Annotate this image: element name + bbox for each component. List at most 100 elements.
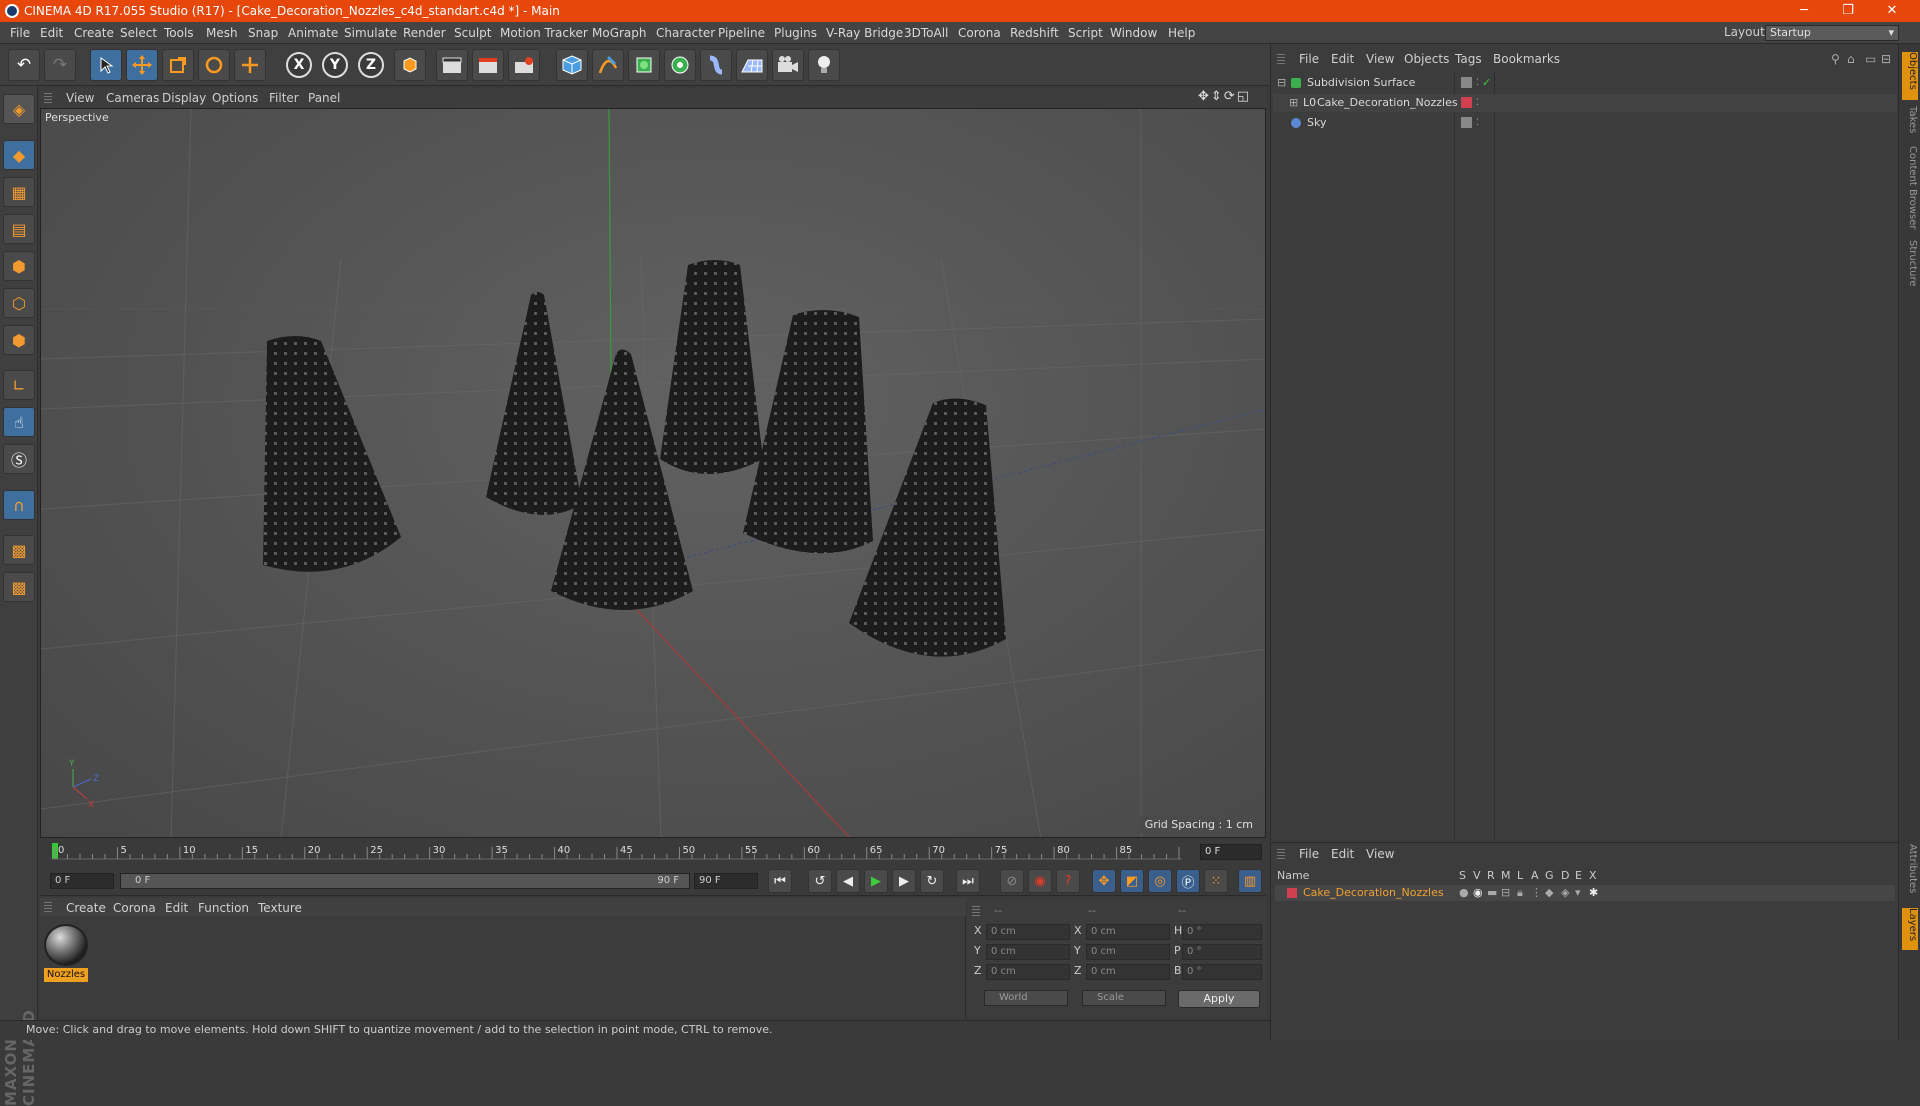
- animation-icon[interactable]: ⋮: [1531, 885, 1542, 901]
- workplane-mode-button[interactable]: ▤: [3, 214, 35, 244]
- viewport-menu-filter[interactable]: Filter: [269, 91, 299, 105]
- layer-col-generators[interactable]: G: [1545, 869, 1554, 882]
- add-nurbs-button[interactable]: [628, 49, 660, 81]
- record-keyframe-button[interactable]: ◉: [1028, 869, 1052, 893]
- layer-color-icon[interactable]: [1461, 97, 1472, 108]
- maximize-view-icon[interactable]: ◱: [1237, 89, 1251, 104]
- layer-col-visible[interactable]: V: [1473, 869, 1481, 882]
- play-button[interactable]: ▶: [864, 869, 888, 893]
- start-frame-field[interactable]: 0 F: [50, 873, 114, 889]
- object-menu-view[interactable]: View: [1366, 52, 1394, 66]
- menu-mesh[interactable]: Mesh: [206, 26, 238, 40]
- menu-file[interactable]: File: [10, 26, 30, 40]
- object-row-subdivision[interactable]: ⊟ Subdivision Surface ⁚ ✓: [1273, 74, 1897, 92]
- menu-edit[interactable]: Edit: [40, 26, 63, 40]
- layer-col-deformers[interactable]: D: [1561, 869, 1569, 882]
- layer-menu-view[interactable]: View: [1366, 847, 1394, 861]
- menu-render[interactable]: Render: [403, 26, 446, 40]
- viewport-menu-cameras[interactable]: Cameras: [106, 91, 159, 105]
- next-key-button[interactable]: ↻: [920, 869, 944, 893]
- tab-layers[interactable]: Layers: [1902, 908, 1918, 950]
- menu-character[interactable]: Character: [656, 26, 715, 40]
- collapse-icon[interactable]: ⊟: [1881, 52, 1891, 66]
- layer-tag-icon[interactable]: [1461, 117, 1472, 128]
- render-view-button[interactable]: [436, 49, 468, 81]
- new-view-icon[interactable]: ▭: [1865, 52, 1876, 66]
- eye-icon[interactable]: ◉: [1473, 885, 1483, 901]
- material-menu-corona[interactable]: Corona: [113, 901, 156, 915]
- size-x-field[interactable]: 0 cm: [1086, 924, 1170, 940]
- add-scene-button[interactable]: [736, 49, 768, 81]
- object-menu-tags[interactable]: Tags: [1455, 52, 1482, 66]
- pan-icon[interactable]: ✥: [1198, 89, 1211, 104]
- dolly-icon[interactable]: ⇕: [1211, 89, 1224, 104]
- viewport-menu-display[interactable]: Display: [162, 91, 206, 105]
- menu-simulate[interactable]: Simulate: [344, 26, 397, 40]
- search-icon[interactable]: ⚲: [1831, 52, 1840, 66]
- live-selection-button[interactable]: [90, 49, 122, 81]
- add-cube-button[interactable]: [556, 49, 588, 81]
- move-tool-button[interactable]: [126, 49, 158, 81]
- add-light-button[interactable]: [808, 49, 840, 81]
- layer-tag-icon[interactable]: [1461, 77, 1472, 88]
- key-scale-button[interactable]: ◩: [1120, 869, 1144, 893]
- position-x-field[interactable]: 0 cm: [986, 924, 1070, 940]
- menu-select[interactable]: Select: [120, 26, 157, 40]
- size-z-field[interactable]: 0 cm: [1086, 964, 1170, 980]
- layer-col-manager[interactable]: M: [1501, 869, 1511, 882]
- coordinate-mode-select[interactable]: World: [984, 990, 1068, 1006]
- scale-tool-button[interactable]: [162, 49, 194, 81]
- texture-mode-button[interactable]: ▦: [3, 177, 35, 207]
- menu-pipeline[interactable]: Pipeline: [718, 26, 765, 40]
- layer-col-expressions[interactable]: E: [1575, 869, 1582, 882]
- layer-col-solo[interactable]: S: [1459, 869, 1466, 882]
- next-frame-button[interactable]: ▶: [892, 869, 916, 893]
- goto-end-button[interactable]: ⏭: [956, 869, 980, 893]
- frame-range-slider[interactable]: 0 F 90 F: [120, 873, 690, 889]
- object-menu-file[interactable]: File: [1299, 52, 1319, 66]
- y-axis-toggle[interactable]: Y: [322, 52, 348, 78]
- current-frame-field[interactable]: 0 F: [1200, 844, 1262, 860]
- add-deformer-button[interactable]: [700, 49, 732, 81]
- restore-button[interactable]: ❐: [1826, 0, 1870, 22]
- make-editable-button[interactable]: ◈: [3, 94, 35, 124]
- rotation-h-field[interactable]: 0 °: [1182, 924, 1262, 940]
- visibility-dots-icon[interactable]: ⁚: [1476, 114, 1479, 132]
- render-settings-button[interactable]: [508, 49, 540, 81]
- material-preview-sphere[interactable]: [44, 924, 88, 966]
- tweak-mode-button[interactable]: ☝: [3, 407, 35, 437]
- key-rotation-button[interactable]: ◎: [1148, 869, 1172, 893]
- deformer-icon[interactable]: ◈: [1561, 885, 1569, 901]
- material-menu-texture[interactable]: Texture: [258, 901, 302, 915]
- rotation-b-field[interactable]: 0 °: [1182, 964, 1262, 980]
- collapse-toggle-icon[interactable]: ⊟: [1277, 74, 1286, 92]
- close-button[interactable]: ✕: [1870, 0, 1914, 22]
- coordinate-system-button[interactable]: [394, 49, 426, 81]
- menu-sculpt[interactable]: Sculpt: [454, 26, 491, 40]
- previous-frame-button[interactable]: ◀: [836, 869, 860, 893]
- object-menu-edit[interactable]: Edit: [1331, 52, 1354, 66]
- undo-button[interactable]: ↶: [8, 49, 40, 81]
- solo-dot-icon[interactable]: ●: [1459, 885, 1469, 901]
- add-camera-button[interactable]: [772, 49, 804, 81]
- timeline-window-button[interactable]: ▥: [1238, 869, 1262, 893]
- axis-mode-button[interactable]: ∟: [3, 370, 35, 400]
- key-parameter-button[interactable]: Ⓟ: [1176, 869, 1200, 893]
- orbit-icon[interactable]: ⟳: [1224, 89, 1237, 104]
- tab-attributes[interactable]: Attributes: [1902, 844, 1918, 902]
- tab-takes[interactable]: Takes: [1902, 106, 1918, 140]
- menu-3dtoall[interactable]: 3DToAll: [904, 26, 948, 40]
- expression-icon[interactable]: ▾: [1575, 885, 1581, 901]
- redo-button[interactable]: ↷: [44, 49, 76, 81]
- viewport-menu-view[interactable]: View: [66, 91, 94, 105]
- object-row-nozzles[interactable]: ⊞ L0 Cake_Decoration_Nozzles ⁚: [1273, 94, 1897, 112]
- menu-window[interactable]: Window: [1110, 26, 1157, 40]
- z-axis-toggle[interactable]: Z: [358, 52, 384, 78]
- goto-start-button[interactable]: ⏮: [768, 869, 792, 893]
- perspective-viewport[interactable]: Y Z X Perspective Grid Spacing : 1 cm: [40, 108, 1266, 838]
- render-picture-viewer-button[interactable]: [472, 49, 504, 81]
- enabled-check-icon[interactable]: ✓: [1482, 74, 1491, 92]
- visibility-dots-icon[interactable]: ⁚: [1476, 94, 1479, 112]
- rotation-p-field[interactable]: 0 °: [1182, 944, 1262, 960]
- viewport-menu-panel[interactable]: Panel: [308, 91, 340, 105]
